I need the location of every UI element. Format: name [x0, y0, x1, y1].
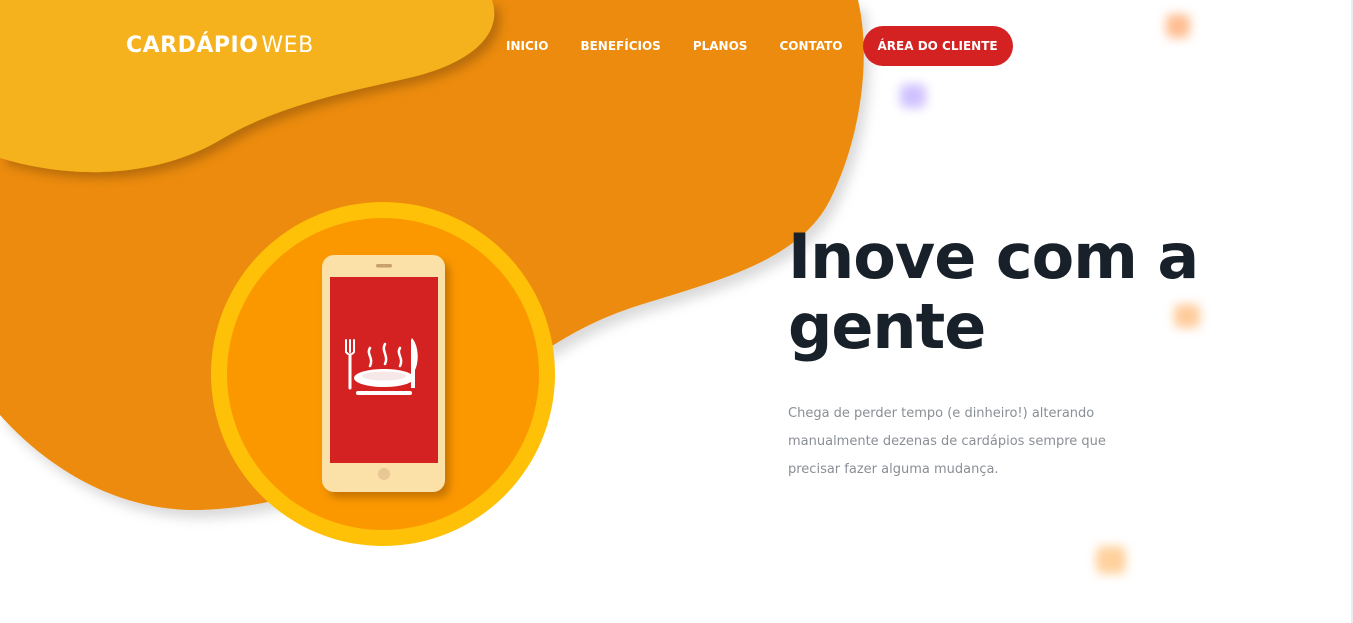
- nav-contato[interactable]: CONTATO: [779, 39, 842, 53]
- decor-dot: [1096, 546, 1126, 574]
- plate-icon: [354, 369, 414, 395]
- decor-dot: [1166, 14, 1190, 38]
- hero-title: Inove com a gente: [788, 220, 1199, 363]
- nav-planos[interactable]: PLANOS: [693, 39, 748, 53]
- landing-page: CARDÁPIO WEB INICIO BENEFÍCIOS PLANOS CON…: [0, 0, 1353, 623]
- nav-inicio[interactable]: INICIO: [506, 39, 548, 53]
- brand-logo[interactable]: CARDÁPIO WEB: [126, 33, 314, 58]
- nav-beneficios[interactable]: BENEFÍCIOS: [580, 39, 660, 53]
- hero-description: Chega de perder tempo (e dinheiro!) alte…: [788, 406, 1106, 477]
- hero-illustration: [211, 202, 555, 546]
- main-nav: INICIO BENEFÍCIOS PLANOS CONTATO ÁREA DO…: [490, 26, 1013, 66]
- decor-dot: [900, 84, 926, 108]
- brand-strong: CARDÁPIO: [126, 33, 259, 58]
- brand-light: WEB: [261, 33, 314, 58]
- client-area-button[interactable]: ÁREA DO CLIENTE: [862, 26, 1013, 66]
